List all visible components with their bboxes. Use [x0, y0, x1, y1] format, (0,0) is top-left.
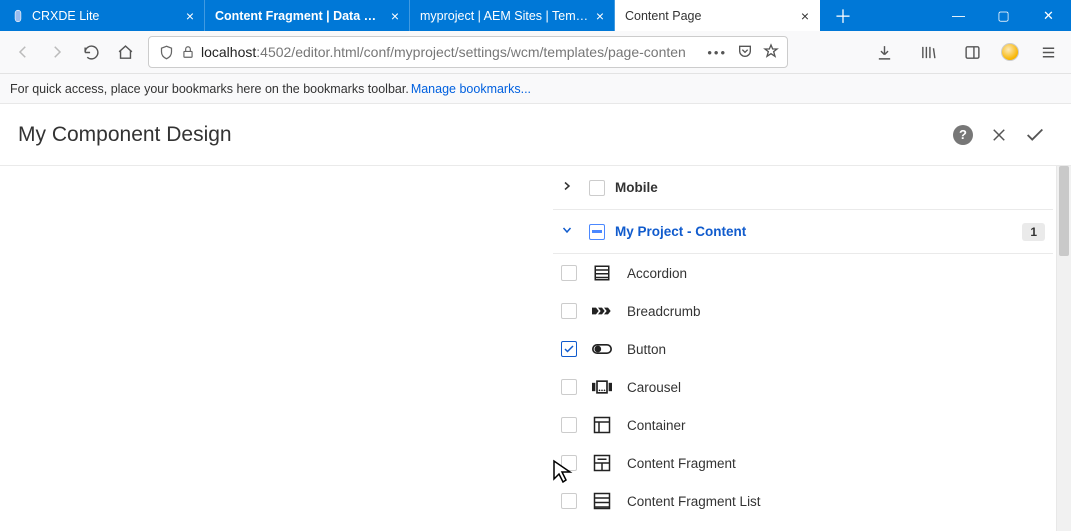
group-myproject-content[interactable]: My Project - Content 1	[553, 210, 1053, 254]
tab-label: CRXDE Lite	[32, 9, 180, 23]
close-tab-icon[interactable]: ×	[391, 8, 399, 24]
component-label: Content Fragment List	[627, 494, 761, 509]
window-minimize[interactable]: —	[936, 0, 981, 31]
component-label: Carousel	[627, 380, 681, 395]
close-tab-icon[interactable]: ×	[596, 8, 604, 24]
close-tab-icon[interactable]: ×	[186, 8, 194, 24]
sidebar-icon[interactable]	[957, 37, 987, 67]
component-checkbox[interactable]	[561, 303, 577, 319]
help-button[interactable]: ?	[945, 117, 981, 153]
bookmarks-toolbar: For quick access, place your bookmarks h…	[0, 74, 1071, 104]
component-label: Breadcrumb	[627, 304, 701, 319]
group-checkbox-indeterminate[interactable]	[589, 224, 605, 240]
browser-titlebar: CRXDE Lite × Content Fragment | Data Mod…	[0, 0, 1071, 31]
component-item-content-fragment[interactable]: Content Fragment	[553, 444, 1053, 482]
menu-icon[interactable]	[1033, 37, 1063, 67]
scrollbar-vertical[interactable]	[1056, 166, 1071, 531]
breadcrumb-icon	[591, 304, 613, 318]
chevron-right-icon	[561, 180, 579, 195]
tab-label: Content Fragment | Data Mod…	[215, 9, 385, 23]
tab-content-page[interactable]: Content Page ×	[615, 0, 820, 31]
component-item-button[interactable]: Button	[553, 330, 1053, 368]
url-text: localhost:4502/editor.html/conf/myprojec…	[201, 44, 707, 60]
component-label: Button	[627, 342, 666, 357]
page-content: My Component Design ? Mobile My Pro	[0, 104, 1071, 531]
button-icon	[591, 343, 613, 355]
downloads-icon[interactable]	[869, 37, 899, 67]
component-label: Content Fragment	[627, 456, 736, 471]
done-button[interactable]	[1017, 117, 1053, 153]
forward-button[interactable]	[42, 37, 72, 67]
container-icon	[591, 416, 613, 434]
group-checkbox[interactable]	[589, 180, 605, 196]
accordion-icon	[591, 264, 613, 282]
home-button[interactable]	[110, 37, 140, 67]
component-checkbox[interactable]	[561, 341, 577, 357]
component-checkbox[interactable]	[561, 265, 577, 281]
library-icon[interactable]	[913, 37, 943, 67]
reload-button[interactable]	[76, 37, 106, 67]
window-controls: — ▢ ✕	[936, 0, 1071, 31]
component-item-accordion[interactable]: Accordion	[553, 254, 1053, 292]
component-checkbox[interactable]	[561, 379, 577, 395]
group-name: Mobile	[615, 180, 658, 195]
lock-icon	[179, 45, 197, 59]
component-item-content-fragment-list[interactable]: Content Fragment List	[553, 482, 1053, 520]
component-checkbox[interactable]	[561, 455, 577, 471]
chevron-down-icon	[561, 224, 579, 239]
browser-tabs: CRXDE Lite × Content Fragment | Data Mod…	[0, 0, 820, 31]
tab-label: Content Page	[625, 9, 795, 23]
window-maximize[interactable]: ▢	[981, 0, 1026, 31]
component-checkbox[interactable]	[561, 417, 577, 433]
bookmarks-hint: For quick access, place your bookmarks h…	[10, 82, 409, 96]
component-checkbox[interactable]	[561, 493, 577, 509]
profile-avatar[interactable]	[1001, 43, 1019, 61]
scrollbar-thumb[interactable]	[1059, 166, 1069, 256]
help-icon: ?	[953, 125, 973, 145]
manage-bookmarks-link[interactable]: Manage bookmarks...	[411, 82, 531, 96]
cancel-button[interactable]	[981, 117, 1017, 153]
group-name: My Project - Content	[615, 224, 746, 239]
group-mobile[interactable]: Mobile	[553, 166, 1053, 210]
back-button[interactable]	[8, 37, 38, 67]
shield-icon	[157, 45, 175, 60]
tab-cf-data-model[interactable]: Content Fragment | Data Mod… ×	[205, 0, 410, 31]
component-item-carousel[interactable]: Carousel	[553, 368, 1053, 406]
bookmark-star-icon[interactable]	[763, 43, 779, 62]
carousel-icon	[591, 380, 613, 394]
tab-favicon	[10, 8, 26, 24]
tab-label: myproject | AEM Sites | Templat…	[420, 9, 590, 23]
pocket-icon[interactable]	[737, 43, 753, 62]
component-label: Container	[627, 418, 686, 433]
content-fragment-icon	[591, 454, 613, 472]
url-bar[interactable]: localhost:4502/editor.html/conf/myprojec…	[148, 36, 788, 68]
dialog-title: My Component Design	[18, 123, 945, 147]
component-item-breadcrumb[interactable]: Breadcrumb	[553, 292, 1053, 330]
browser-navbar: localhost:4502/editor.html/conf/myprojec…	[0, 31, 1071, 74]
tabs-after: ＋	[820, 0, 866, 31]
component-panel: Mobile My Project - Content 1 Accordion	[553, 166, 1053, 531]
dialog-header: My Component Design ?	[0, 104, 1071, 166]
content-fragment-list-icon	[591, 492, 613, 510]
group-count-badge: 1	[1022, 223, 1045, 241]
url-actions: •••	[707, 43, 779, 62]
component-label: Accordion	[627, 266, 687, 281]
close-tab-icon[interactable]: ×	[801, 8, 809, 24]
component-item-container[interactable]: Container	[553, 406, 1053, 444]
tab-crxde[interactable]: CRXDE Lite ×	[0, 0, 205, 31]
window-close[interactable]: ✕	[1026, 0, 1071, 31]
tab-myproject-templates[interactable]: myproject | AEM Sites | Templat… ×	[410, 0, 615, 31]
more-icon[interactable]: •••	[707, 45, 727, 60]
new-tab-button[interactable]: ＋	[828, 3, 858, 29]
